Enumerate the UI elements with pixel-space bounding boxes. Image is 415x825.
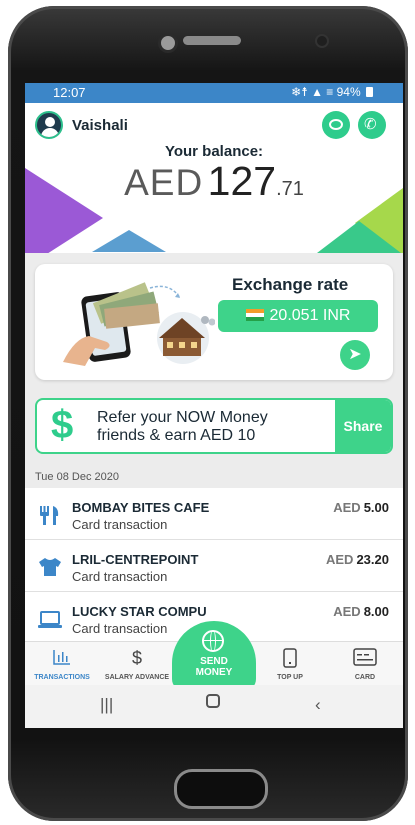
amount-value: 5.00 <box>363 500 389 515</box>
amount-currency: AED <box>333 604 361 619</box>
chat-button[interactable] <box>322 111 350 139</box>
tab-label: SALARY ADVANCE <box>104 674 170 681</box>
card-icon <box>353 648 377 666</box>
transaction-type: Card transaction <box>72 621 168 636</box>
app-screen: 12:07 ❄☨ ▲ ≡ 94% Vaishali ✆ Your balance… <box>25 83 403 728</box>
transaction-row[interactable]: LRIL-CENTREPOINT Card transaction AED 23.… <box>25 540 403 592</box>
status-bar: 12:07 ❄☨ ▲ ≡ 94% <box>25 83 403 103</box>
refer-text-line2: friends & earn AED 10 <box>97 427 256 444</box>
proximity-sensor <box>315 34 329 48</box>
chat-bubble-icon <box>329 119 343 130</box>
send-money-line2: MONEY <box>195 667 233 678</box>
refer-banner[interactable]: $ Refer your NOW Money friends & earn AE… <box>35 398 393 454</box>
share-button[interactable]: Share <box>335 400 391 452</box>
globe-icon <box>202 630 224 652</box>
send-money-line1: SEND <box>200 656 228 667</box>
avatar-body <box>41 128 59 137</box>
earpiece-speaker <box>183 36 241 45</box>
phone-icon: ✆ <box>364 116 377 133</box>
call-button[interactable]: ✆ <box>358 111 386 139</box>
android-nav-bar: ||| ‹ <box>25 685 403 728</box>
laptop-icon <box>38 611 62 628</box>
dollar-icon: $ <box>51 403 74 447</box>
status-icons: ❄☨ ▲ ≡ 94% <box>291 85 373 99</box>
exchange-rate-card[interactable]: Exchange rate 20.051 INR ➤ <box>35 264 393 380</box>
tab-salary-advance[interactable]: $ SALARY ADVANCE <box>102 642 172 686</box>
transactions-date: Tue 08 Dec 2020 <box>35 471 119 483</box>
balance-amount: AED 127.71 <box>25 158 403 205</box>
status-time: 12:07 <box>53 85 86 100</box>
transaction-row[interactable]: BOMBAY BITES CAFE Card transaction AED 5.… <box>25 488 403 540</box>
amount-value: 8.00 <box>363 604 389 619</box>
recent-apps-icon[interactable]: ||| <box>100 695 113 715</box>
tab-transactions[interactable]: TRANSACTIONS <box>27 642 97 686</box>
avatar-head <box>45 117 55 127</box>
hardware-home-button[interactable] <box>174 769 268 809</box>
transaction-amount: AED 8.00 <box>333 604 389 619</box>
mobile-icon <box>283 648 297 668</box>
restaurant-icon <box>40 506 59 525</box>
refer-text-line1: Refer your NOW Money <box>97 409 268 426</box>
balance-currency: AED <box>124 162 204 203</box>
exchange-rate-value[interactable]: 20.051 INR <box>218 300 378 332</box>
merchant-name: LUCKY STAR COMPU <box>72 604 207 619</box>
exchange-rate-title: Exchange rate <box>232 275 349 294</box>
tab-top-up[interactable]: TOP UP <box>255 642 325 686</box>
balance-decimal: .71 <box>276 178 304 200</box>
india-flag-icon <box>245 309 264 321</box>
back-icon[interactable]: ‹ <box>315 695 321 715</box>
tab-label: TOP UP <box>277 674 303 681</box>
user-name[interactable]: Vaishali <box>72 117 128 134</box>
dollar-icon: $ <box>131 648 142 668</box>
exchange-rate-text: 20.051 INR <box>269 307 351 324</box>
decor-triangle-blue <box>92 230 166 252</box>
balance-header: Vaishali ✆ Your balance: AED 127.71 <box>25 103 403 253</box>
merchant-name: LRIL-CENTREPOINT <box>72 552 199 567</box>
bar-chart-icon <box>53 650 70 665</box>
decor-triangle-green <box>317 221 401 253</box>
refer-text: Refer your NOW Money friends & earn AED … <box>97 409 268 445</box>
home-icon[interactable] <box>206 694 220 708</box>
amount-currency: AED <box>333 500 361 515</box>
transaction-amount: AED 5.00 <box>333 500 389 515</box>
front-camera <box>158 33 178 53</box>
transaction-type: Card transaction <box>72 517 168 532</box>
transaction-type: Card transaction <box>72 569 168 584</box>
exchange-illustration <box>63 282 215 366</box>
merchant-name: BOMBAY BITES CAFE <box>72 500 210 515</box>
send-arrow-button[interactable]: ➤ <box>340 340 370 370</box>
balance-whole: 127 <box>207 158 277 204</box>
avatar[interactable] <box>35 111 63 139</box>
transaction-amount: AED 23.20 <box>326 552 389 567</box>
signal-icons: ❄☨ ▲ ≡ <box>291 85 334 99</box>
paper-plane-icon: ➤ <box>348 346 362 363</box>
tshirt-icon <box>39 558 61 576</box>
tab-card[interactable]: CARD <box>330 642 400 686</box>
tab-label: CARD <box>354 674 376 681</box>
amount-currency: AED <box>326 552 354 567</box>
battery-icon <box>366 87 373 97</box>
tab-label: TRANSACTIONS <box>34 674 90 681</box>
send-money-label: SEND MONEY <box>172 656 256 678</box>
battery-percent: 94% <box>336 85 361 99</box>
amount-value: 23.20 <box>356 552 389 567</box>
